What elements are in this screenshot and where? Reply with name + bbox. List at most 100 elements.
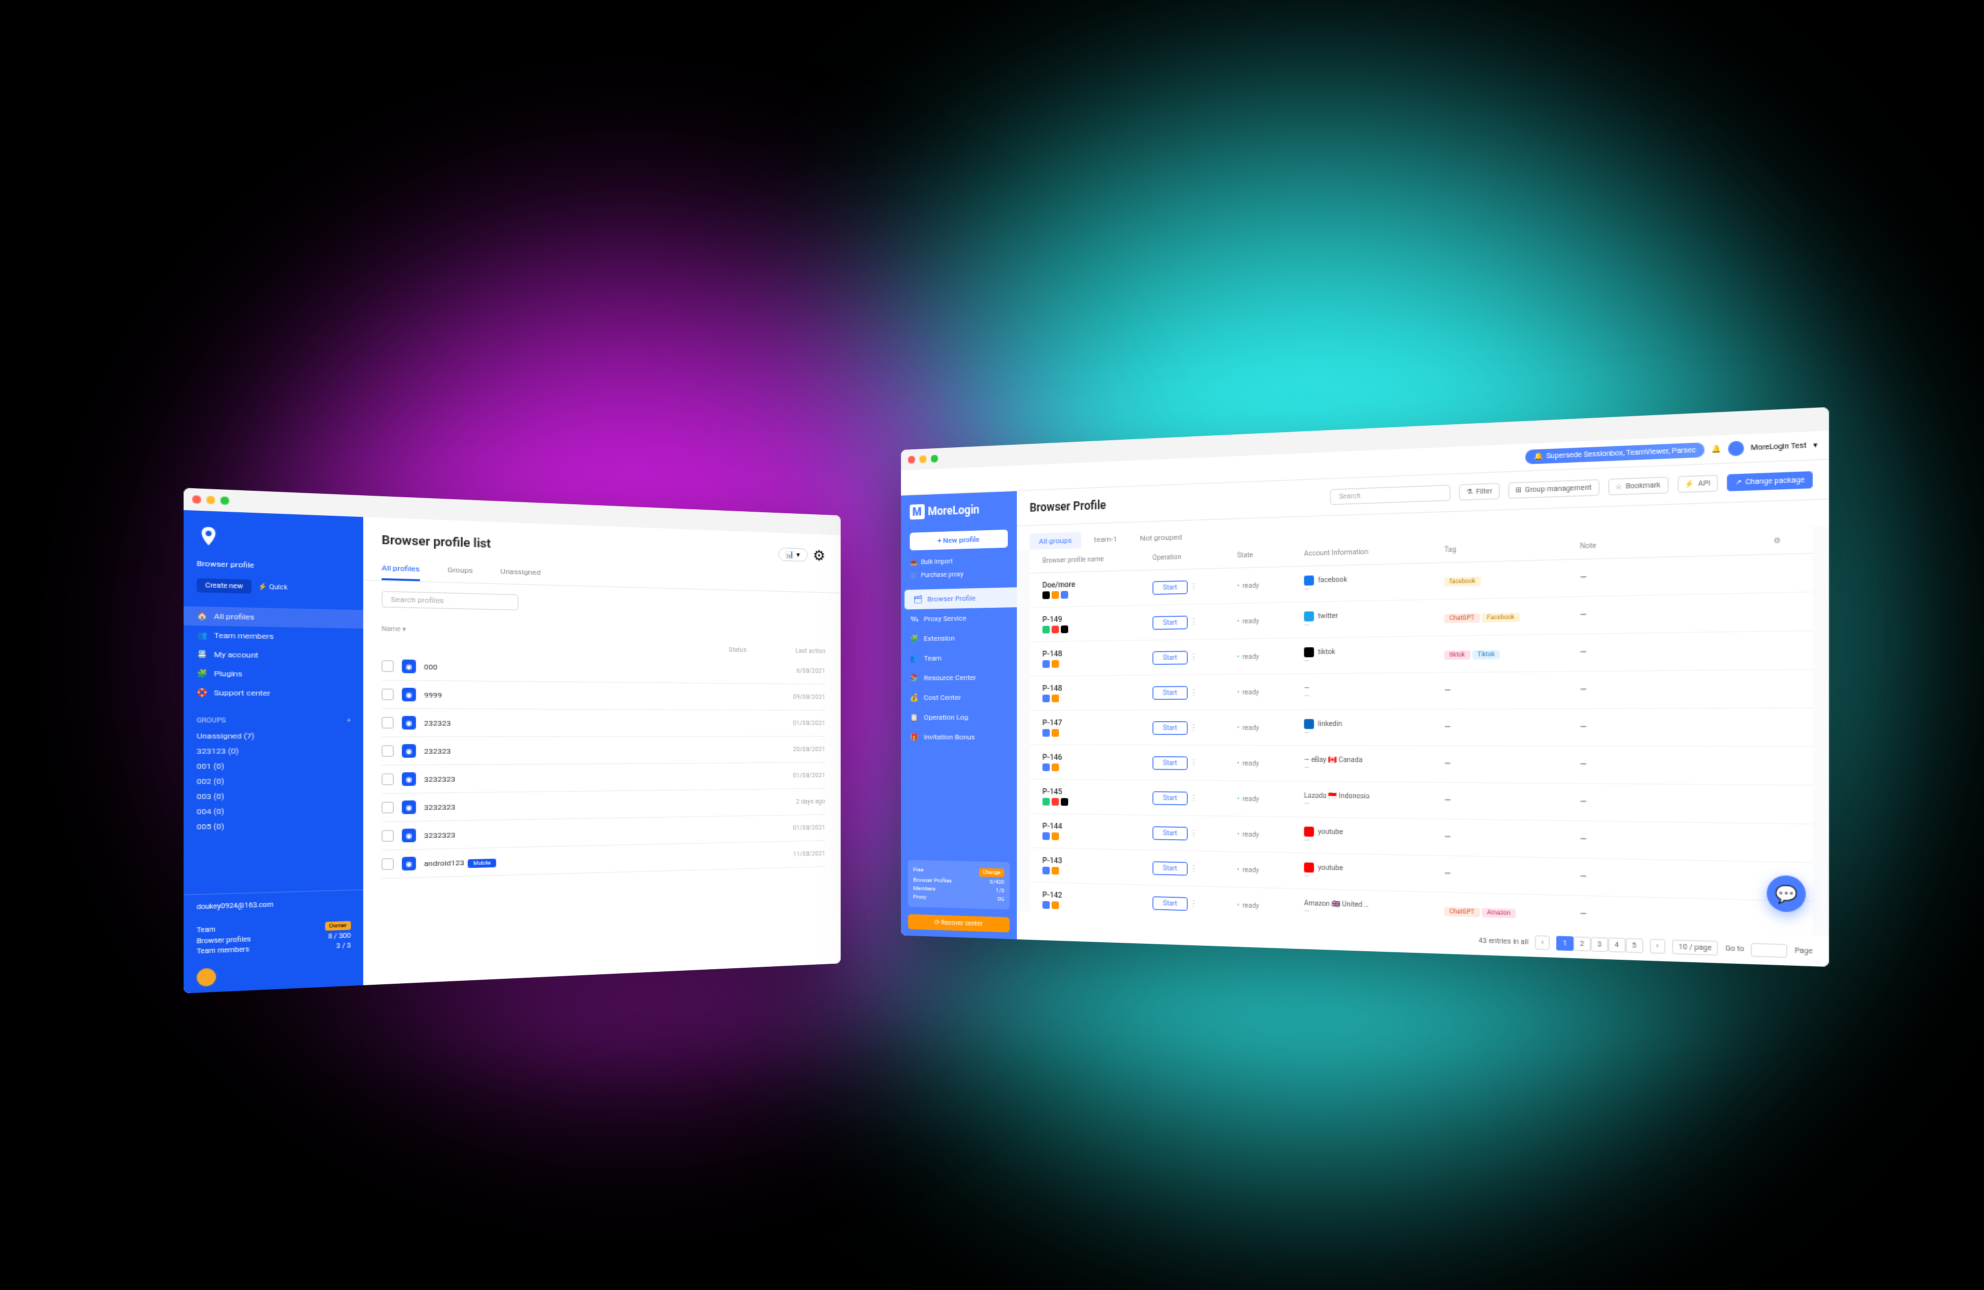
sidebar-item-team-members[interactable]: 👥Team members — [184, 625, 364, 647]
avatar[interactable] — [197, 968, 216, 987]
row-menu-icon[interactable]: ⋮ — [1190, 687, 1198, 696]
prev-page[interactable]: ‹ — [1535, 935, 1550, 950]
row-checkbox[interactable] — [382, 858, 394, 870]
sidebar-item-extension[interactable]: 🧩Extension — [901, 627, 1017, 649]
profile-row[interactable]: ◉0006/08/2021 — [382, 652, 826, 684]
row-menu-icon[interactable]: ⋮ — [1190, 617, 1198, 626]
profile-row[interactable]: ◉23232320/08/2021 — [382, 737, 826, 766]
note-cell: — — [1576, 835, 1769, 848]
view-toggle[interactable]: 📊 ▾ — [778, 547, 808, 562]
group-item[interactable]: 323123 (0) — [184, 743, 364, 759]
start-button[interactable]: Start — [1152, 721, 1187, 735]
start-button[interactable]: Start — [1152, 826, 1187, 840]
filter-button[interactable]: ⚗ Filter — [1459, 483, 1500, 501]
purchase-proxy-link[interactable]: 🛒 Purchase proxy — [901, 566, 1017, 582]
next-page[interactable]: › — [1650, 939, 1666, 954]
group-mgmt-button[interactable]: ⊞ Group management — [1508, 479, 1599, 499]
avatar[interactable] — [1728, 441, 1744, 457]
api-button[interactable]: ⚡ API — [1677, 475, 1718, 493]
change-plan-button[interactable]: Change — [979, 868, 1005, 877]
page-4[interactable]: 4 — [1608, 937, 1625, 952]
row-menu-icon[interactable]: ⋮ — [1190, 723, 1198, 732]
sidebar-item-my-account[interactable]: 📇My account — [184, 645, 364, 666]
change-package-button[interactable]: ↗ Change package — [1727, 471, 1812, 491]
minimize-icon[interactable] — [919, 455, 926, 463]
search-input[interactable]: Search — [1330, 485, 1451, 505]
tab-all-groups[interactable]: All groups — [1030, 532, 1081, 550]
row-menu-icon[interactable]: ⋮ — [1190, 864, 1198, 873]
group-item[interactable]: 001 (0) — [184, 758, 364, 774]
nav-label: Support center — [214, 688, 270, 697]
col-name[interactable]: Browser profile name — [1039, 554, 1149, 565]
row-menu-icon[interactable]: ⋮ — [1190, 758, 1198, 767]
promo-banner[interactable]: 🔔 Supersede Sessionbox, TeamViewer, Pars… — [1525, 442, 1705, 464]
start-button[interactable]: Start — [1152, 650, 1187, 664]
start-button[interactable]: Start — [1152, 615, 1187, 629]
row-menu-icon[interactable]: ⋮ — [1190, 793, 1198, 802]
sidebar-item-support-center[interactable]: 🛟Support center — [184, 683, 364, 703]
new-profile-button[interactable]: + New profile — [910, 530, 1008, 551]
sidebar-item-team[interactable]: 👥Team — [901, 647, 1017, 668]
page-3[interactable]: 3 — [1591, 937, 1608, 952]
goto-input[interactable] — [1751, 942, 1788, 957]
table-row[interactable]: P-148Start ⋮ready———— — [1030, 670, 1813, 711]
page-2[interactable]: 2 — [1573, 936, 1590, 951]
close-icon[interactable] — [192, 495, 201, 503]
tab-all-profiles[interactable]: All profiles — [382, 558, 420, 581]
row-menu-icon[interactable]: ⋮ — [1190, 899, 1198, 908]
start-button[interactable]: Start — [1152, 686, 1187, 700]
sidebar-item-proxy-service[interactable]: 🛰Proxy Service — [901, 607, 1017, 629]
user-dropdown-icon[interactable]: ▾ — [1813, 441, 1817, 450]
start-button[interactable]: Start — [1152, 580, 1187, 594]
page-5[interactable]: 5 — [1625, 938, 1643, 953]
profile-row[interactable]: ◉999909/08/2021 — [382, 681, 826, 711]
maximize-icon[interactable] — [220, 496, 229, 504]
start-button[interactable]: Start — [1152, 756, 1187, 770]
per-page-select[interactable]: 10 / page — [1672, 939, 1719, 955]
notification-icon[interactable]: 🔔 — [1712, 445, 1722, 454]
sidebar-item-cost-center[interactable]: 💰Cost Center — [901, 687, 1017, 707]
row-checkbox[interactable] — [382, 745, 394, 757]
row-checkbox[interactable] — [382, 773, 394, 785]
row-checkbox[interactable] — [382, 660, 394, 672]
profile-date: 09/08/2021 — [773, 693, 825, 701]
row-checkbox[interactable] — [382, 717, 394, 729]
sidebar-item-operation-log[interactable]: 📋Operation Log — [901, 707, 1017, 727]
table-settings-icon[interactable]: ⚙ — [1769, 536, 1801, 545]
sidebar-item-plugins[interactable]: 🧩Plugins — [184, 664, 364, 685]
tab-unassigned[interactable]: Unassigned — [500, 561, 540, 584]
user-name[interactable]: MoreLogin Test — [1751, 441, 1807, 452]
bookmark-button[interactable]: ☆ Bookmark — [1608, 477, 1669, 496]
create-new-button[interactable]: Create new — [197, 578, 252, 593]
tab-team-1[interactable]: team-1 — [1085, 531, 1127, 549]
help-fab[interactable]: 💬 — [1767, 875, 1806, 912]
page-1[interactable]: 1 — [1556, 936, 1573, 951]
row-menu-icon[interactable]: ⋮ — [1190, 582, 1198, 591]
search-input[interactable]: Search profiles — [382, 591, 519, 611]
sidebar-item-browser-profile[interactable]: 🗂Browser Profile — [904, 587, 1016, 609]
row-menu-icon[interactable]: ⋮ — [1190, 828, 1198, 837]
close-icon[interactable] — [908, 456, 915, 464]
table-row[interactable]: P-147Start ⋮readylinkedin——— — [1030, 709, 1813, 748]
tab-groups[interactable]: Groups — [447, 560, 472, 583]
start-button[interactable]: Start — [1152, 861, 1187, 875]
profile-name: Doe/more — [1042, 578, 1144, 589]
row-checkbox[interactable] — [382, 689, 394, 701]
maximize-icon[interactable] — [931, 455, 938, 463]
group-item[interactable]: Unassigned (7) — [184, 729, 364, 744]
sidebar-item-invitation-bonus[interactable]: 🎁Invitation Bonus — [901, 727, 1017, 747]
row-checkbox[interactable] — [382, 830, 394, 842]
profile-row[interactable]: ◉23232301/08/2021 — [382, 709, 826, 737]
minimize-icon[interactable] — [206, 496, 215, 504]
group-item[interactable]: 005 (0) — [184, 817, 364, 835]
quick-button[interactable]: ⚡ Quick — [258, 583, 288, 592]
settings-icon[interactable]: ⚙ — [813, 547, 825, 565]
recover-center-button[interactable]: ⟳ Recover center — [908, 914, 1010, 932]
row-menu-icon[interactable]: ⋮ — [1190, 652, 1198, 661]
row-checkbox[interactable] — [382, 802, 394, 814]
sidebar-item-resource-center[interactable]: 📚Resource Center — [901, 667, 1017, 688]
start-button[interactable]: Start — [1152, 791, 1187, 805]
start-button[interactable]: Start — [1152, 896, 1187, 911]
tab-not-grouped[interactable]: Not grouped — [1130, 528, 1191, 546]
add-group-icon[interactable]: + — [347, 717, 351, 725]
